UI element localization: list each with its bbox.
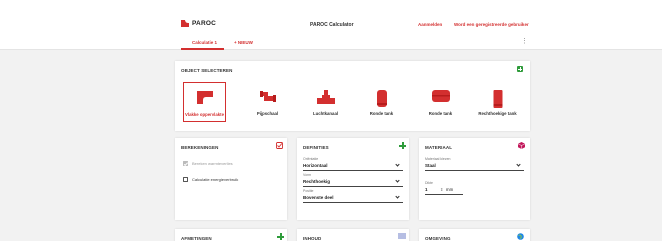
- object-rectangular-tank[interactable]: Rechthoekige tank: [476, 82, 519, 122]
- orientation-underline: [303, 170, 403, 171]
- object-label: Pijpschaal: [256, 111, 279, 116]
- material-select[interactable]: Staal: [425, 163, 436, 168]
- option-heat-loss[interactable]: Bereken warmteverlies: [183, 161, 233, 166]
- new-calculation-tab[interactable]: + NIEUW: [234, 40, 253, 45]
- object-label: Ronde tank: [369, 111, 394, 116]
- heat-loss-checkbox[interactable]: [183, 161, 188, 166]
- object-select-title: OBJECT SELECTEREN: [181, 68, 233, 73]
- move-definitions-icon[interactable]: [399, 142, 406, 149]
- top-bar: PAROC PAROC Calculator Aanmelden Word ee…: [0, 0, 662, 33]
- brand-name: PAROC: [192, 20, 216, 27]
- round-tank-vertical-icon: [376, 90, 387, 107]
- add-object-icon[interactable]: [517, 66, 523, 72]
- thickness-stepper-icon[interactable]: ⇕: [440, 187, 443, 192]
- thickness-unit: mm: [446, 187, 454, 192]
- material-card: [419, 138, 530, 220]
- rectangular-tank-icon: [493, 90, 502, 108]
- orientation-select[interactable]: Horizontaal: [303, 163, 328, 168]
- pipe-section-icon: [259, 91, 276, 102]
- energy-consumption-label: Calculatie energieverbruik: [192, 177, 239, 182]
- flat-surface-icon: [196, 91, 213, 104]
- position-underline: [303, 202, 403, 203]
- object-label: Luchtkanaal: [312, 111, 339, 116]
- material-underline: [425, 170, 524, 171]
- content-title: INHOUD: [303, 236, 322, 241]
- thickness-input[interactable]: 1: [425, 187, 428, 192]
- login-link[interactable]: Aanmelden: [418, 22, 442, 27]
- position-label: Positie: [303, 189, 314, 193]
- material-choose-label: Materiaal kiezen: [425, 157, 451, 161]
- app-title: PAROC Calculator: [310, 22, 354, 28]
- calculations-title: BEREKENINGEN: [181, 145, 219, 150]
- thickness-underline: [425, 194, 463, 195]
- shape-underline: [303, 186, 403, 187]
- environment-title: OMGEVING: [425, 236, 451, 241]
- object-label: Vlakke oppervlakte: [185, 112, 224, 117]
- more-options-icon[interactable]: ⋮: [521, 38, 528, 45]
- content-layers-icon: [398, 233, 406, 239]
- energy-consumption-checkbox[interactable]: [183, 177, 188, 182]
- tab-calculatie-1[interactable]: Calculatie 1: [192, 40, 217, 45]
- dimensions-title: AFMETINGEN: [181, 236, 212, 241]
- air-duct-icon: [316, 90, 335, 104]
- move-dimensions-icon[interactable]: [277, 233, 284, 240]
- position-select[interactable]: Bovenste deel: [303, 195, 334, 200]
- calculator-check-icon: [276, 142, 283, 149]
- paroc-logo-mark-icon: [181, 20, 189, 27]
- material-cube-icon: [518, 142, 525, 149]
- orientation-label: Oriëntatie: [303, 157, 319, 161]
- option-energy-consumption[interactable]: Calculatie energieverbruik: [183, 177, 238, 182]
- heat-loss-label: Bereken warmteverlies: [192, 161, 233, 166]
- object-label: Ronde tank: [428, 111, 453, 116]
- object-air-duct[interactable]: Luchtkanaal: [304, 82, 347, 122]
- object-label: Rechthoekige tank: [478, 111, 517, 116]
- object-round-tank-horizontal[interactable]: Ronde tank: [419, 82, 462, 122]
- shape-label: Vorm: [303, 173, 312, 177]
- object-flat-surface[interactable]: Vlakke oppervlakte: [183, 82, 226, 122]
- thickness-label: Dikte: [425, 181, 433, 185]
- shape-select[interactable]: Rechthoekig: [303, 179, 330, 184]
- round-tank-horizontal-icon: [431, 90, 450, 102]
- tab-bar: Calculatie 1 + NIEUW ⋮: [0, 33, 662, 50]
- register-link[interactable]: Word een geregistreerde gebruiker: [454, 22, 529, 27]
- active-tab-indicator: [181, 48, 224, 50]
- definitions-title: DEFINITIES: [303, 145, 329, 150]
- paroc-logo[interactable]: PAROC: [181, 20, 216, 27]
- object-pipe-section[interactable]: Pijpschaal: [246, 82, 289, 122]
- material-title: MATERIAAL: [425, 145, 453, 150]
- object-round-tank-vertical[interactable]: Ronde tank: [360, 82, 403, 122]
- environment-globe-icon: [517, 233, 524, 240]
